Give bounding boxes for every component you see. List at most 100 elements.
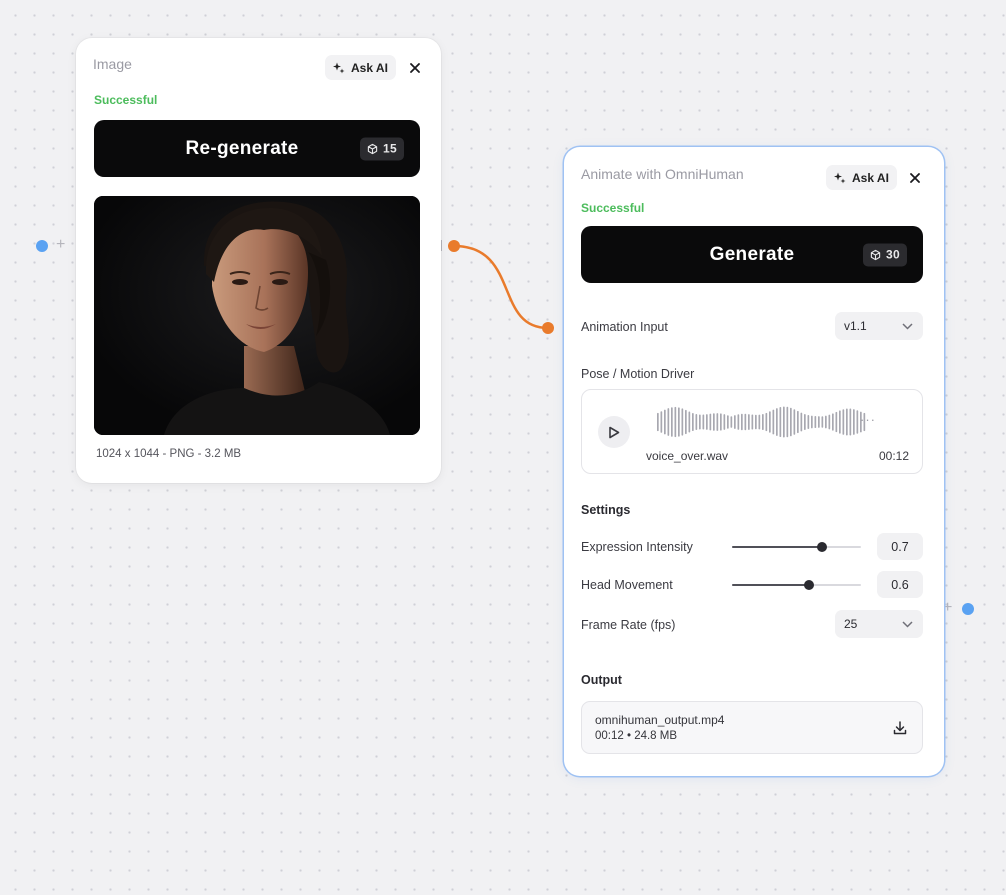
ask-ai-button[interactable]: Ask AI — [826, 165, 897, 190]
close-icon — [910, 173, 920, 183]
frame-rate-label: Frame Rate (fps) — [581, 618, 676, 632]
animation-input-select[interactable]: v1.1 — [835, 312, 923, 340]
waveform-bar — [842, 409, 845, 435]
audio-waveform[interactable] — [646, 404, 876, 440]
generate-button[interactable]: Generate 30 — [581, 226, 923, 283]
play-button[interactable] — [598, 416, 630, 448]
animation-input-label: Animation Input — [581, 320, 668, 334]
head-movement-value[interactable]: 0.6 — [877, 571, 923, 598]
waveform-bar — [681, 408, 684, 436]
waveform-bar — [748, 414, 750, 430]
waveform-bar — [685, 409, 687, 435]
image-node-input-port[interactable] — [36, 240, 48, 252]
chevron-down-icon — [902, 620, 913, 628]
ask-ai-button[interactable]: Ask AI — [325, 55, 396, 80]
waveform-bar — [709, 413, 712, 431]
audio-file-card[interactable]: ··· voice_over.wav 00:12 — [581, 389, 923, 474]
image-node[interactable]: Image Ask AI Successful Re-generate 15 1… — [76, 38, 441, 483]
status-badge: Successful — [581, 201, 645, 215]
pose-driver-label: Pose / Motion Driver — [581, 367, 695, 381]
waveform-bar — [706, 414, 708, 430]
chevron-down-icon — [902, 322, 913, 330]
waveform-bar — [674, 406, 677, 438]
download-button[interactable] — [890, 718, 910, 738]
waveform-bar — [720, 413, 722, 431]
node-title: Image — [93, 56, 132, 72]
slider-thumb[interactable] — [804, 580, 815, 590]
expression-intensity-slider[interactable] — [732, 541, 861, 553]
generated-portrait-image[interactable] — [94, 196, 420, 435]
animate-omnihuman-node[interactable]: Animate with OmniHuman Ask AI Successful… — [564, 147, 944, 776]
animate-node-input-port[interactable] — [542, 322, 554, 334]
waveform-bar — [695, 414, 698, 430]
waveform-bar — [737, 414, 740, 430]
credit-cost-badge: 15 — [360, 137, 404, 160]
animation-input-value: v1.1 — [844, 319, 867, 333]
close-button[interactable] — [407, 60, 423, 76]
output-meta: 00:12 • 24.8 MB — [595, 730, 678, 742]
waveform-bar — [811, 415, 813, 429]
waveform-bar — [793, 409, 796, 435]
waveform-bar — [727, 415, 729, 429]
image-node-output-port[interactable] — [448, 240, 460, 252]
waveform-bar — [723, 414, 726, 430]
credit-cost-value: 30 — [886, 247, 900, 262]
waveform-bar — [660, 411, 663, 433]
waveform-bar — [797, 410, 799, 434]
expression-intensity-label: Expression Intensity — [581, 540, 693, 554]
waveform-bar — [790, 407, 792, 437]
audio-duration: 00:12 — [878, 449, 909, 463]
expression-intensity-value[interactable]: 0.7 — [877, 533, 923, 560]
waveform-bar — [758, 414, 761, 430]
frame-rate-select[interactable]: 25 — [835, 610, 923, 638]
waveform-bar — [804, 414, 806, 430]
waveform-bar — [853, 409, 855, 435]
close-icon — [410, 63, 420, 73]
cube-icon — [367, 143, 378, 154]
waveform-bar — [730, 416, 733, 428]
add-input-plus-icon[interactable]: + — [56, 237, 65, 253]
download-icon — [893, 721, 907, 735]
regenerate-label: Re-generate — [185, 137, 299, 159]
credit-cost-value: 15 — [383, 141, 397, 156]
waveform-bar — [765, 412, 768, 432]
animate-node-output-port[interactable] — [962, 603, 974, 615]
waveform-bar — [839, 410, 841, 434]
waveform-bar — [849, 408, 852, 436]
waveform-more-indicator: ··· — [860, 412, 876, 427]
ask-ai-label: Ask AI — [351, 60, 388, 75]
cube-icon — [870, 249, 881, 260]
waveform-bar — [828, 414, 831, 430]
waveform-bar — [716, 413, 719, 431]
node-title: Animate with OmniHuman — [581, 166, 744, 182]
sparkle-icon — [333, 62, 345, 73]
waveform-bar — [821, 416, 824, 428]
head-movement-slider[interactable] — [732, 579, 861, 591]
waveform-bar — [713, 413, 715, 431]
image-meta: 1024 x 1044 - PNG - 3.2 MB — [96, 448, 242, 460]
add-output-plus-icon[interactable]: + — [943, 600, 952, 616]
waveform-bar — [832, 413, 834, 431]
waveform-bar — [751, 414, 754, 430]
regenerate-button[interactable]: Re-generate 15 — [94, 120, 420, 177]
waveform-bar — [769, 411, 771, 433]
waveform-bar — [779, 406, 782, 438]
frame-rate-value: 25 — [844, 617, 858, 631]
close-button[interactable] — [907, 170, 923, 186]
output-file-card[interactable]: omnihuman_output.mp4 00:12 • 24.8 MB — [581, 701, 923, 754]
output-heading: Output — [581, 673, 622, 687]
credit-cost-badge: 30 — [863, 243, 907, 266]
settings-heading: Settings — [581, 503, 631, 517]
waveform-bar — [741, 413, 743, 431]
slider-thumb[interactable] — [817, 542, 828, 552]
portrait-illustration — [94, 196, 420, 435]
status-badge: Successful — [94, 93, 158, 107]
waveform-bar — [772, 409, 775, 435]
waveform-bar — [755, 414, 757, 430]
generate-label: Generate — [709, 243, 795, 265]
audio-filename: voice_over.wav — [646, 449, 729, 463]
waveform-bar — [807, 415, 810, 429]
waveform-bar — [800, 412, 803, 432]
ask-ai-label: Ask AI — [852, 170, 889, 185]
waveform-bar — [846, 408, 848, 436]
